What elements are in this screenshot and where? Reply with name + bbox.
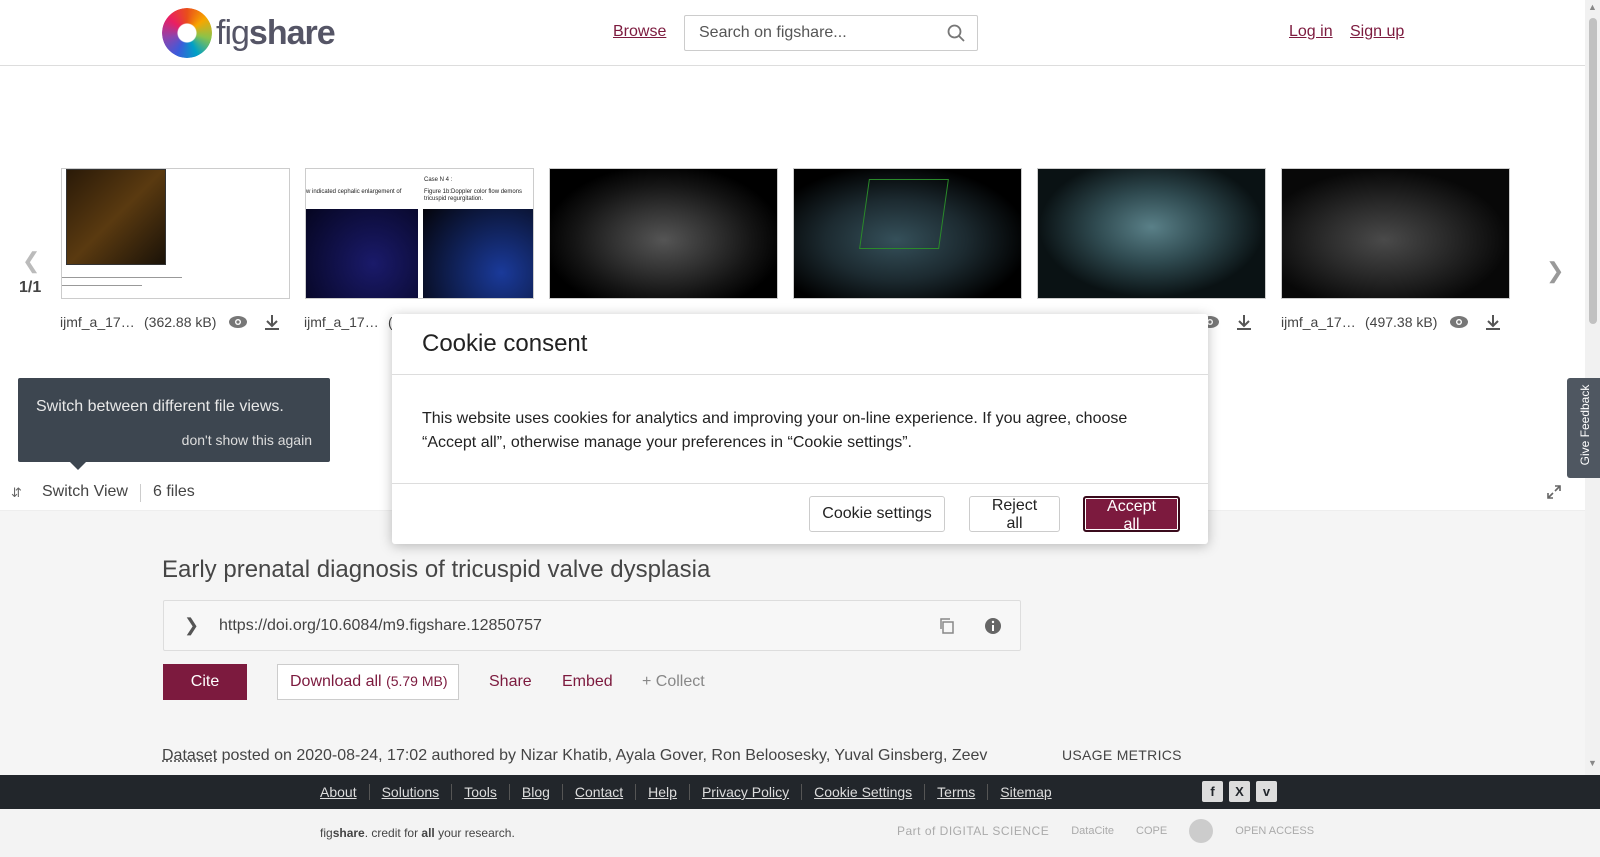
footer-link-privacy[interactable]: Privacy Policy [688,784,801,800]
footer-link-terms[interactable]: Terms [924,784,987,800]
datacite-logo[interactable]: DataCite [1071,825,1114,837]
footer-nav: About Solutions Tools Blog Contact Help … [0,775,1600,809]
footer-link-about[interactable]: About [320,784,369,800]
accept-all-button[interactable]: Accept all [1083,496,1180,533]
social-links: f X v [1202,781,1277,802]
x-icon[interactable]: X [1229,781,1250,802]
footer-link-cookie-settings[interactable]: Cookie Settings [801,784,924,800]
scroll-up-icon[interactable]: ▲ [1588,2,1597,12]
reject-all-button[interactable]: Reject all [969,496,1060,532]
footer-link-blog[interactable]: Blog [508,784,562,800]
modal-body: This website uses cookies for analytics … [392,375,1208,484]
modal-title: Cookie consent [422,330,588,357]
vimeo-icon[interactable]: v [1256,781,1277,802]
digital-science-logo[interactable]: Part of DIGITAL SCIENCE [897,824,1049,838]
footer-link-tools[interactable]: Tools [451,784,509,800]
cookie-settings-button[interactable]: Cookie settings [809,496,945,532]
footer-link-help[interactable]: Help [635,784,689,800]
footer-link-sitemap[interactable]: Sitemap [987,784,1063,800]
scrollbar-thumb[interactable] [1589,18,1597,324]
footer-links: About Solutions Tools Blog Contact Help … [320,784,1064,800]
modal-footer: Cookie settings Reject all Accept all [392,484,1208,544]
footer-bottom: figshare. credit for all your research. … [0,809,1600,857]
modal-header: Cookie consent [392,314,1208,375]
cookie-consent-dialog: Cookie consent This website uses cookies… [392,314,1208,544]
partner-seal-icon[interactable] [1189,819,1214,843]
footer-link-contact[interactable]: Contact [561,784,635,800]
partner-logos: Part of DIGITAL SCIENCE DataCite COPE OP… [897,819,1314,843]
footer-tagline: figshare. credit for all your research. [320,826,515,840]
scroll-down-icon[interactable]: ▼ [1588,758,1597,768]
open-access-logo[interactable]: OPEN ACCESS [1235,825,1314,837]
footer-link-solutions[interactable]: Solutions [368,784,452,800]
cope-logo[interactable]: COPE [1136,825,1167,837]
facebook-icon[interactable]: f [1202,781,1223,802]
